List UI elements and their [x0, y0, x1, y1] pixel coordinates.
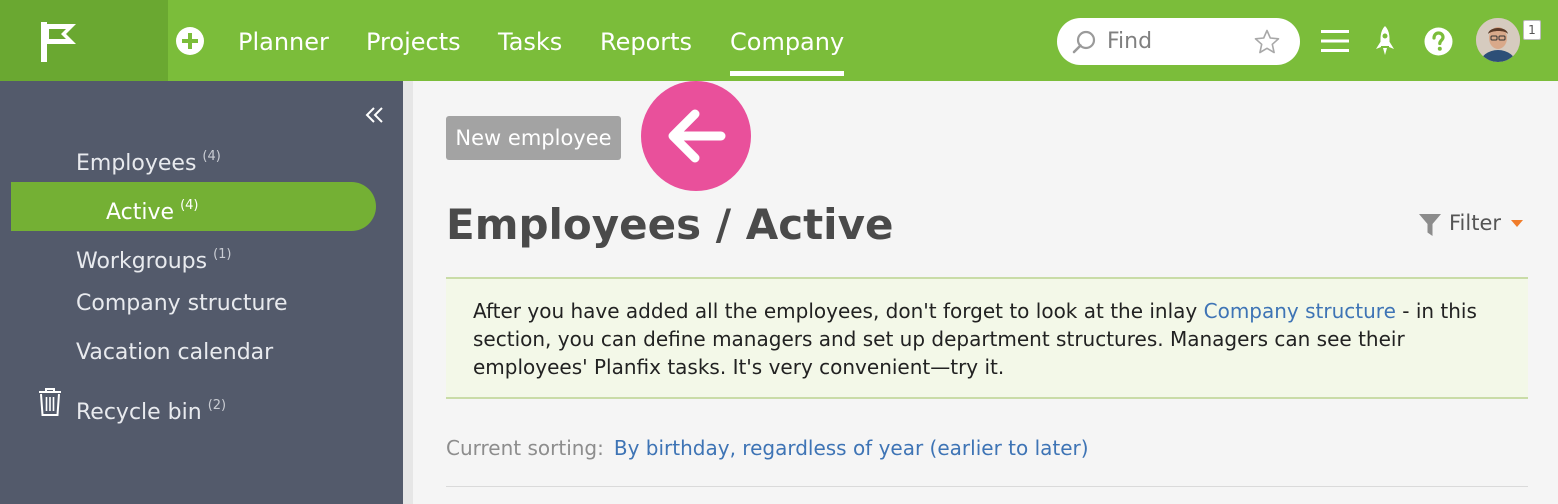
rocket-icon[interactable]: [1373, 25, 1397, 57]
callout-arrow: [641, 81, 751, 191]
filter-funnel-icon: [1419, 214, 1441, 236]
notice-text-before: After you have added all the employees, …: [473, 299, 1204, 323]
user-photo: [1476, 18, 1520, 62]
sidebar-item-count: (4): [202, 149, 221, 164]
sidebar-item-label: Active: [106, 200, 175, 225]
notice-text: After you have added all the employees, …: [473, 297, 1513, 381]
notification-badge: 1: [1523, 20, 1541, 40]
logo-tail: [127, 0, 168, 80]
main-left-border: [403, 81, 413, 504]
trash-icon: [39, 388, 61, 416]
double-chevron-left-icon[interactable]: [362, 103, 388, 127]
sidebar-item-label: Workgroups: [76, 249, 208, 274]
sidebar-item-workgroups[interactable]: Workgroups (1): [76, 240, 232, 277]
filter-label: Filter: [1449, 211, 1502, 235]
sidebar-item-label: Recycle bin: [76, 400, 202, 425]
search-input[interactable]: Find: [1057, 18, 1300, 65]
sidebar-item-active[interactable]: Active (4): [11, 182, 376, 231]
star-icon[interactable]: [1253, 28, 1281, 56]
nav-tasks[interactable]: Tasks: [498, 26, 562, 58]
sidebar: Employees (4) Active (4) Workgroups (1) Com…: [0, 81, 403, 504]
divider: [446, 486, 1528, 487]
sidebar-item-recycle-bin[interactable]: Recycle bin (2): [76, 391, 226, 428]
arrow-left-icon: [668, 109, 726, 163]
top-bar: Planner Projects Tasks Reports Company F…: [0, 0, 1558, 81]
sidebar-item-count: (2): [207, 398, 227, 413]
sidebar-item-employees[interactable]: Employees (4): [76, 142, 221, 179]
sidebar-item-count: (4): [180, 198, 199, 213]
sidebar-item-label: Employees: [76, 151, 197, 176]
sorting-value-link[interactable]: By birthday, regardless of year (earlier…: [614, 436, 1089, 460]
info-notice: After you have added all the employees, …: [446, 277, 1528, 399]
planfix-flag-icon: [41, 22, 76, 62]
sidebar-item-company-structure[interactable]: Company structure: [76, 289, 288, 319]
company-structure-link[interactable]: Company structure: [1204, 299, 1396, 323]
current-sorting: Current sorting: By birthday, regardless …: [446, 434, 1089, 462]
search-icon: [1072, 30, 1096, 54]
caret-down-icon: [1511, 220, 1523, 227]
sidebar-item-label: Vacation calendar: [76, 340, 274, 365]
help-icon[interactable]: [1424, 27, 1453, 56]
add-circle-icon[interactable]: [175, 26, 205, 56]
avatar[interactable]: [1476, 18, 1520, 62]
nav-company[interactable]: Company: [730, 26, 845, 76]
search-placeholder: Find: [1107, 29, 1153, 54]
sidebar-item-count: (1): [213, 247, 232, 262]
sidebar-item-vacation-calendar[interactable]: Vacation calendar: [76, 338, 273, 368]
nav-projects[interactable]: Projects: [366, 26, 461, 58]
sidebar-item-label: Company structure: [76, 291, 288, 316]
new-employee-button[interactable]: New employee: [446, 116, 621, 160]
hamburger-menu-icon[interactable]: [1321, 29, 1349, 53]
page-title: Employees / Active: [446, 200, 894, 249]
sorting-label: Current sorting:: [446, 436, 604, 460]
nav-planner[interactable]: Planner: [238, 26, 329, 58]
nav-reports[interactable]: Reports: [600, 26, 692, 58]
